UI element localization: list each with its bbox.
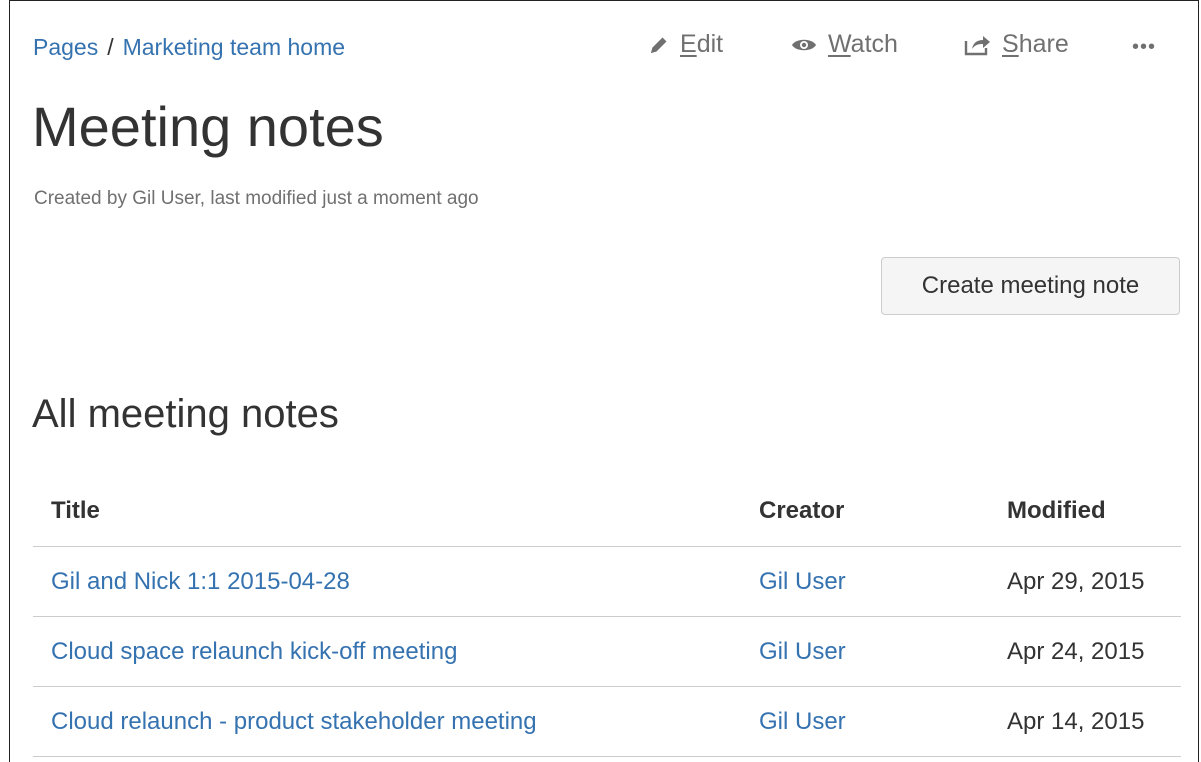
edit-label: Edit — [680, 30, 724, 58]
title-cell: Cloud relaunch - product stakeholder mee… — [33, 686, 741, 757]
pencil-icon — [648, 34, 670, 56]
create-meeting-note-button[interactable]: Create meeting note — [881, 257, 1180, 315]
table-row: Gil and Nick 1:1 2015-04-28 Gil User Apr… — [33, 546, 1181, 617]
creator-link[interactable]: Gil User — [759, 708, 846, 735]
section-heading: All meeting notes — [32, 392, 339, 436]
meeting-note-link[interactable]: Gil and Nick 1:1 2015-04-28 — [51, 568, 350, 595]
table-row: Cloud relaunch - product stakeholder mee… — [33, 686, 1181, 757]
creator-cell: Gil User — [741, 616, 989, 687]
share-label: Share — [1002, 30, 1069, 58]
meeting-notes-table: Title Creator Modified Gil and Nick 1:1 … — [33, 476, 1181, 757]
table-header-row: Title Creator Modified — [33, 476, 1181, 547]
breadcrumb-separator: / — [107, 34, 114, 60]
creator-link[interactable]: Gil User — [759, 638, 846, 665]
edit-button[interactable]: Edit — [648, 30, 723, 59]
table-row: Cloud space relaunch kick-off meeting Gi… — [33, 616, 1181, 687]
modified-cell: Apr 24, 2015 — [989, 616, 1181, 687]
creator-link[interactable]: Gil User — [759, 568, 846, 595]
column-header-title[interactable]: Title — [33, 476, 741, 547]
modified-cell: Apr 14, 2015 — [989, 686, 1181, 757]
meeting-note-link[interactable]: Cloud relaunch - product stakeholder mee… — [51, 708, 537, 735]
modified-cell: Apr 29, 2015 — [989, 546, 1181, 617]
title-cell: Gil and Nick 1:1 2015-04-28 — [33, 546, 741, 617]
title-cell: Cloud space relaunch kick-off meeting — [33, 616, 741, 687]
creator-cell: Gil User — [741, 686, 989, 757]
meeting-note-link[interactable]: Cloud space relaunch kick-off meeting — [51, 638, 457, 665]
breadcrumb-marketing-team-home-link[interactable]: Marketing team home — [123, 34, 345, 60]
share-icon — [964, 33, 992, 57]
page-title: Meeting notes — [32, 95, 384, 158]
more-icon: ••• — [1132, 36, 1157, 58]
creator-cell: Gil User — [741, 546, 989, 617]
breadcrumb: Pages / Marketing team home — [33, 34, 345, 61]
page-byline: Created by Gil User, last modified just … — [34, 188, 479, 209]
column-header-modified[interactable]: Modified — [989, 476, 1181, 547]
share-button[interactable]: Share — [964, 30, 1069, 59]
watch-button[interactable]: Watch — [790, 30, 898, 59]
more-actions-button[interactable]: ••• — [1132, 36, 1156, 59]
watch-label: Watch — [828, 30, 898, 58]
breadcrumb-pages-link[interactable]: Pages — [33, 34, 98, 60]
column-header-creator[interactable]: Creator — [741, 476, 989, 547]
eye-icon — [790, 34, 818, 56]
